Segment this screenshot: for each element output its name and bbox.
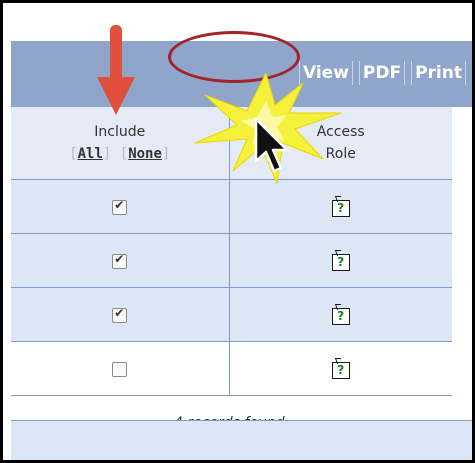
- page-content: View PDF Print Include [All] [None] Acce…: [11, 3, 472, 460]
- print-button[interactable]: Print: [411, 61, 466, 85]
- table-row: ?: [11, 287, 452, 342]
- pdf-button[interactable]: PDF: [358, 61, 406, 85]
- access-role-help-icon[interactable]: ?: [331, 361, 350, 379]
- access-role-help-icon[interactable]: ?: [331, 199, 350, 217]
- access-role-help-icon[interactable]: ?: [331, 253, 350, 271]
- access-role-help-icon[interactable]: ?: [331, 307, 350, 325]
- screenshot-frame: View PDF Print Include [All] [None] Acce…: [0, 0, 475, 463]
- red-arrow-icon: [97, 25, 135, 115]
- include-checkbox[interactable]: [112, 252, 128, 269]
- table-row: ?: [11, 341, 452, 396]
- table-row: ?: [11, 233, 452, 288]
- include-checkbox[interactable]: [112, 198, 128, 215]
- include-checkbox[interactable]: [112, 362, 128, 377]
- include-checkbox[interactable]: [112, 306, 128, 323]
- select-none-link[interactable]: None: [128, 146, 162, 162]
- table-row: ?: [11, 179, 452, 234]
- mouse-cursor-icon: [254, 117, 289, 173]
- table-bottom-band: [11, 420, 472, 460]
- select-all-link[interactable]: All: [78, 146, 103, 162]
